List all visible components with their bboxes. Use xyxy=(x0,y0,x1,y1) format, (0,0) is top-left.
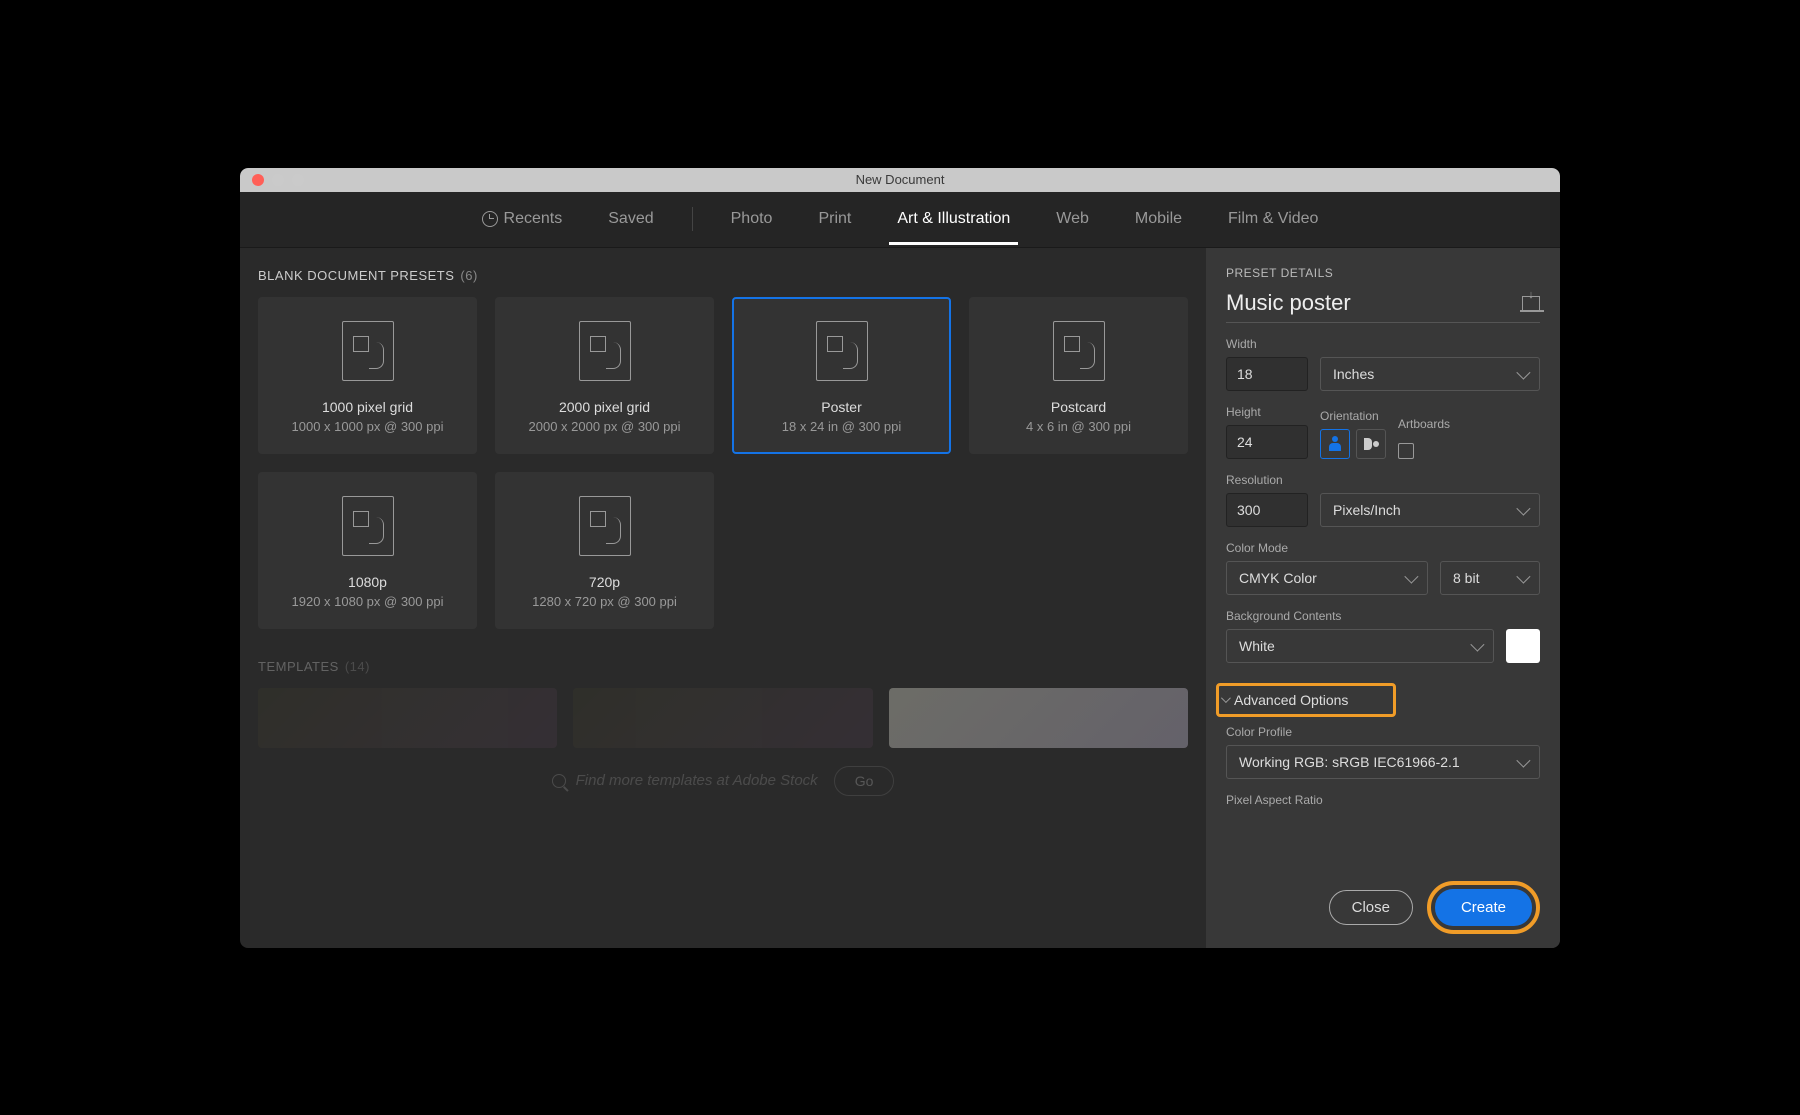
tab-mobile[interactable]: Mobile xyxy=(1127,194,1190,245)
height-input[interactable] xyxy=(1226,425,1308,459)
resolution-label: Resolution xyxy=(1226,473,1540,487)
preset-1080p[interactable]: 1080p1920 x 1080 px @ 300 ppi xyxy=(258,472,477,629)
background-label: Background Contents xyxy=(1226,609,1540,623)
template-thumbnail[interactable] xyxy=(258,688,557,748)
chevron-down-icon xyxy=(1516,365,1530,379)
width-label: Width xyxy=(1226,337,1540,351)
chevron-down-icon xyxy=(1470,637,1484,651)
artboards-label: Artboards xyxy=(1398,417,1450,431)
template-thumbnail[interactable] xyxy=(573,688,872,748)
tab-recents[interactable]: Recents xyxy=(474,194,571,245)
preset-2000-pixel-grid[interactable]: 2000 pixel grid2000 x 2000 px @ 300 ppi xyxy=(495,297,714,454)
tab-saved[interactable]: Saved xyxy=(600,194,661,245)
titlebar: New Document xyxy=(240,168,1560,192)
close-window-icon[interactable] xyxy=(252,174,264,186)
window-title: New Document xyxy=(856,172,945,187)
save-preset-icon[interactable] xyxy=(1522,296,1540,310)
colormode-select[interactable]: CMYK Color xyxy=(1226,561,1428,595)
color-profile-select[interactable]: Working RGB: sRGB IEC61966-2.1 xyxy=(1226,745,1540,779)
close-button[interactable]: Close xyxy=(1329,890,1413,925)
tab-print[interactable]: Print xyxy=(810,194,859,245)
presets-header: BLANK DOCUMENT PRESETS (6) xyxy=(258,268,1188,283)
stock-search-input[interactable]: Find more templates at Adobe Stock xyxy=(552,772,818,789)
new-document-dialog: New Document Recents Saved Photo Print A… xyxy=(240,168,1560,948)
preset-720p[interactable]: 720p1280 x 720 px @ 300 ppi xyxy=(495,472,714,629)
document-icon xyxy=(579,321,631,381)
clock-icon xyxy=(482,211,498,227)
chevron-down-icon xyxy=(1516,569,1530,583)
background-color-swatch[interactable] xyxy=(1506,629,1540,663)
zoom-window-icon[interactable] xyxy=(292,174,304,186)
document-icon xyxy=(1053,321,1105,381)
document-icon xyxy=(342,321,394,381)
height-label: Height xyxy=(1226,405,1308,419)
stock-search-go-button[interactable]: Go xyxy=(834,766,895,796)
units-select[interactable]: Inches xyxy=(1320,357,1540,391)
artboards-checkbox[interactable] xyxy=(1398,443,1414,459)
preset-details-pane: PRESET DETAILS Width Inches Height Orien… xyxy=(1206,248,1560,948)
orientation-label: Orientation xyxy=(1320,409,1386,423)
resolution-input[interactable] xyxy=(1226,493,1308,527)
background-select[interactable]: White xyxy=(1226,629,1494,663)
templates-header: TEMPLATES (14) xyxy=(258,659,1188,674)
document-icon xyxy=(342,496,394,556)
resolution-units-select[interactable]: Pixels/Inch xyxy=(1320,493,1540,527)
document-icon xyxy=(816,321,868,381)
chevron-down-icon xyxy=(1221,693,1231,703)
person-icon xyxy=(1363,438,1379,450)
templates-section: TEMPLATES (14) Find more templates at Ad… xyxy=(258,659,1188,796)
details-header: PRESET DETAILS xyxy=(1226,266,1540,280)
minimize-window-icon[interactable] xyxy=(272,174,284,186)
tab-art-illustration[interactable]: Art & Illustration xyxy=(889,194,1018,245)
tab-web[interactable]: Web xyxy=(1048,194,1097,245)
category-tabs: Recents Saved Photo Print Art & Illustra… xyxy=(240,192,1560,248)
document-name-input[interactable] xyxy=(1226,290,1522,316)
orientation-portrait-button[interactable] xyxy=(1320,429,1350,459)
orientation-landscape-button[interactable] xyxy=(1356,429,1386,459)
tab-photo[interactable]: Photo xyxy=(723,194,781,245)
tab-film-video[interactable]: Film & Video xyxy=(1220,194,1326,245)
create-button-highlight: Create xyxy=(1427,881,1540,934)
chevron-down-icon xyxy=(1404,569,1418,583)
create-button[interactable]: Create xyxy=(1435,889,1532,926)
width-input[interactable] xyxy=(1226,357,1308,391)
advanced-options-toggle[interactable]: Advanced Options xyxy=(1216,683,1396,717)
chevron-down-icon xyxy=(1516,501,1530,515)
document-icon xyxy=(579,496,631,556)
search-icon xyxy=(552,774,566,788)
template-thumbnail[interactable] xyxy=(889,688,1188,748)
preset-1000-pixel-grid[interactable]: 1000 pixel grid1000 x 1000 px @ 300 ppi xyxy=(258,297,477,454)
preset-poster[interactable]: Poster18 x 24 in @ 300 ppi xyxy=(732,297,951,454)
color-profile-label: Color Profile xyxy=(1226,725,1540,739)
presets-pane: BLANK DOCUMENT PRESETS (6) 1000 pixel gr… xyxy=(240,248,1206,948)
preset-postcard[interactable]: Postcard4 x 6 in @ 300 ppi xyxy=(969,297,1188,454)
chevron-down-icon xyxy=(1516,753,1530,767)
colormode-label: Color Mode xyxy=(1226,541,1540,555)
bitdepth-select[interactable]: 8 bit xyxy=(1440,561,1540,595)
person-icon xyxy=(1329,436,1341,452)
pixel-aspect-label: Pixel Aspect Ratio xyxy=(1226,793,1540,807)
